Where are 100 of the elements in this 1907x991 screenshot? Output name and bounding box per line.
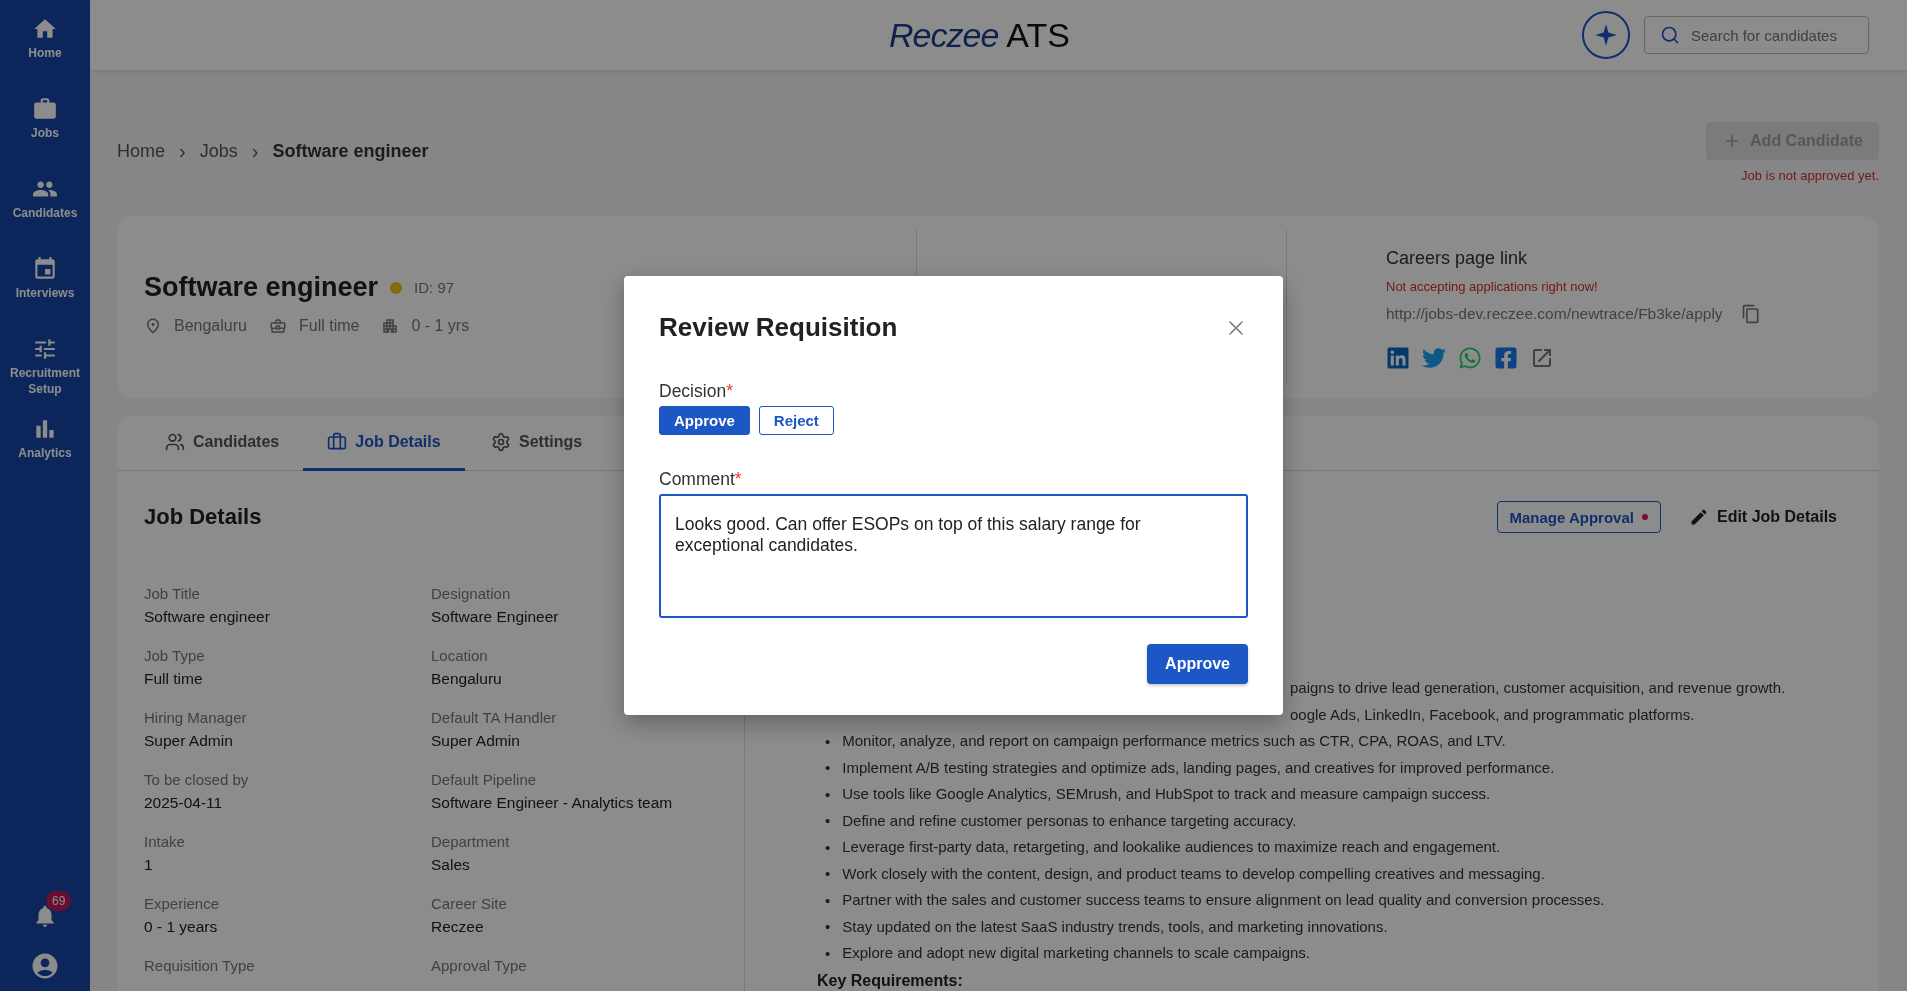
briefcase-icon xyxy=(268,317,287,335)
field-label: Experience xyxy=(144,895,221,912)
field-value: Reczee xyxy=(431,918,485,936)
bullet-mark: • xyxy=(825,918,831,936)
sliders-icon xyxy=(32,336,58,362)
job-id: ID: 97 xyxy=(414,279,455,296)
decision-label: Decision* xyxy=(659,381,734,402)
chevron-icon: › xyxy=(179,140,186,163)
description-item: paigns to drive lead generation, customer acquisition, and revenue growth. xyxy=(1290,679,1786,698)
notification-count: 69 xyxy=(46,891,72,911)
field-label: Default Pipeline xyxy=(431,771,538,788)
sparkle-button[interactable] xyxy=(1582,11,1630,59)
facebook-icon[interactable] xyxy=(1494,346,1518,370)
search-icon xyxy=(1660,25,1680,45)
status-dot xyxy=(390,281,403,294)
field-value: Sales xyxy=(431,856,471,874)
edit-button[interactable]: Edit Job Details xyxy=(1682,506,1843,528)
dialog-title: Review Requisition xyxy=(659,312,898,343)
field-value: Software engineer xyxy=(144,608,271,626)
alert-dot xyxy=(1641,514,1648,520)
building-icon xyxy=(381,317,400,335)
sidebar-item[interactable]: Interviews xyxy=(0,256,90,336)
gear-icon xyxy=(491,432,512,452)
description-item: Partner with the sales and customer success teams to ensure alignment on lead quality and conversion processes. xyxy=(842,891,1605,910)
tab[interactable]: Settings xyxy=(464,416,609,471)
user-icon[interactable] xyxy=(30,951,60,981)
pin-icon xyxy=(144,317,162,335)
breadcrumb-link[interactable]: Home xyxy=(117,141,165,162)
job-title: Software engineer xyxy=(144,272,379,303)
field-label: To be closed by xyxy=(144,771,250,788)
sidebar-item[interactable]: Home xyxy=(0,16,90,96)
bullet-mark: • xyxy=(825,812,831,830)
linkedin-icon[interactable] xyxy=(1386,346,1410,370)
field-value: 0 - 1 years xyxy=(144,918,219,936)
field-label: Job Type xyxy=(144,647,206,664)
tab[interactable]: Candidates xyxy=(141,416,304,471)
job-meta: Bengaluru xyxy=(174,317,247,335)
briefcase-icon xyxy=(32,96,58,122)
field-label: Hiring Manager xyxy=(144,709,248,726)
description-item: Explore and adopt new digital marketing channels to scale campaigns. xyxy=(842,944,1311,963)
description-item: Implement A/B testing strategies and optimize ads, landing pages, and creatives for improved performance. xyxy=(842,758,1555,777)
twitter-icon[interactable] xyxy=(1422,346,1446,370)
description-item: Stay updated on the latest SaaS industry trends, tools, and marketing innovations. xyxy=(842,917,1388,936)
field-value: Super Admin xyxy=(144,732,234,750)
warning-text: Job is not approved yet. xyxy=(1740,168,1879,183)
bullet-mark: • xyxy=(825,838,831,856)
external-link-icon[interactable] xyxy=(1530,346,1554,370)
description-item: Define and refine customer personas to enhance targeting accuracy. xyxy=(842,811,1297,830)
job-meta: 0 - 1 yrs xyxy=(411,317,470,335)
description-item: Use tools like Google Analytics, SEMrush, and HubSpot to track and measure campaign success. xyxy=(842,785,1491,804)
careers-link[interactable]: http://jobs-dev.reczee.com/newtrace/Fb3ke/apply xyxy=(1386,305,1723,323)
field-value: Bengaluru xyxy=(431,670,503,688)
field-label: Location xyxy=(431,647,489,664)
description-item: oogle Ads, LinkedIn, Facebook, and programmatic platforms. xyxy=(1290,705,1695,724)
sidebar-item[interactable]: Analytics xyxy=(0,416,90,496)
tab[interactable]: Job Details xyxy=(303,416,465,471)
section-heading: Job Details xyxy=(144,504,262,530)
field-value: Full time xyxy=(144,670,204,688)
field-label: Default TA Handler xyxy=(431,709,558,726)
copy-icon[interactable] xyxy=(1740,304,1761,324)
description-item: Work closely with the content, design, and product teams to develop compelling creatives and messaging. xyxy=(842,864,1545,883)
bullet-mark: • xyxy=(825,759,831,777)
comment-field[interactable]: Looks good. Can offer ESOPs on top of this salary range for exceptional candidates. xyxy=(659,494,1248,618)
approve-button[interactable]: Approve xyxy=(1147,644,1248,684)
bullet-mark: • xyxy=(825,891,831,909)
field-label: Requisition Type xyxy=(144,957,256,974)
briefcase-icon xyxy=(327,432,348,452)
description-item: Monitor, analyze, and report on campaign performance metrics such as CTR, CPA, ROAS, and LTV. xyxy=(842,732,1506,751)
comment-label: Comment* xyxy=(659,469,743,490)
bullet-mark: • xyxy=(825,732,831,750)
bullet-mark: • xyxy=(825,944,831,962)
careers-status: Not accepting applications right now! xyxy=(1386,279,1599,294)
breadcrumb-link[interactable]: Software engineer xyxy=(272,141,429,162)
sidebar-item[interactable]: Jobs xyxy=(0,96,90,176)
field-label: Intake xyxy=(144,833,186,850)
bullet-mark: • xyxy=(825,785,831,803)
careers-title: Careers page link xyxy=(1386,248,1529,269)
decision-option[interactable]: Approve xyxy=(659,406,750,435)
decision-option[interactable]: Reject xyxy=(758,406,834,435)
field-value: Software Engineer xyxy=(431,608,560,626)
breadcrumb-link[interactable]: Jobs xyxy=(199,141,238,162)
field-label: Job Title xyxy=(144,585,201,602)
calendar-icon xyxy=(32,256,58,282)
manage-approval-button[interactable]: Manage Approval xyxy=(1496,501,1661,533)
logo: Reczee ATS xyxy=(889,15,1070,55)
people-icon xyxy=(165,432,185,452)
sidebar-item[interactable]: Recruitment Setup xyxy=(0,336,90,416)
field-value: 1 xyxy=(144,856,154,874)
field-label: Designation xyxy=(431,585,512,602)
bullet-mark: • xyxy=(825,865,831,883)
sidebar-item[interactable]: Candidates xyxy=(0,176,90,256)
search-field[interactable]: Search for candidates xyxy=(1644,16,1869,54)
section-heading: Key Requirements: xyxy=(817,970,964,990)
field-label: Approval Type xyxy=(431,957,528,974)
field-value: Software Engineer - Analytics team xyxy=(431,794,674,812)
job-meta: Full time xyxy=(298,317,360,335)
field-label: Department xyxy=(431,833,511,850)
field-value: 2025-04-11 xyxy=(144,794,224,812)
field-value: Super Admin xyxy=(431,732,521,750)
chevron-icon: › xyxy=(251,140,259,163)
